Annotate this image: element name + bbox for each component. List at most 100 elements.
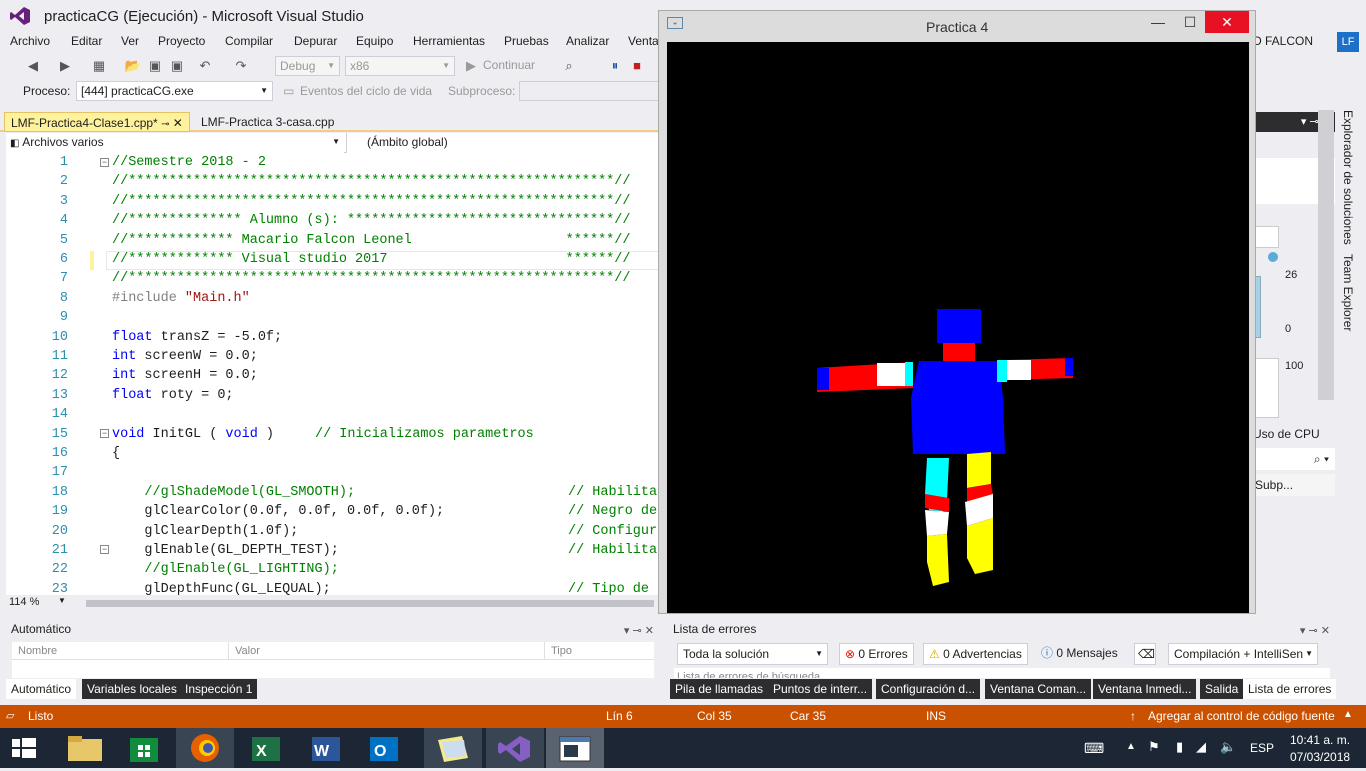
solution-explorer-tab[interactable]: Explorador de soluciones [1341, 110, 1355, 245]
col-tipo[interactable]: Tipo [544, 642, 654, 660]
tab-variables-locales[interactable]: Variables locales [82, 679, 182, 699]
redo-icon[interactable]: ↷ [232, 57, 250, 75]
menu-pruebas[interactable]: Pruebas [504, 34, 549, 48]
pause-icon[interactable]: ⏸ [606, 57, 624, 75]
clear-filter-icon[interactable]: ⌫ [1134, 643, 1156, 665]
sticky-notes-icon[interactable] [424, 728, 482, 768]
menu-ver[interactable]: Ver [121, 34, 139, 48]
process-select[interactable]: [444] practicaCG.exe ▼ [76, 81, 273, 101]
chevron-down-icon[interactable]: ▼ [58, 596, 66, 605]
collapse-icon[interactable]: − [100, 545, 109, 554]
excel-icon[interactable]: X [238, 728, 296, 768]
save-icon[interactable]: ▣ [146, 57, 164, 75]
minimize-icon[interactable]: — [1143, 11, 1173, 33]
collapse-icon[interactable]: − [100, 429, 109, 438]
error-search-input[interactable]: Lista de errores de búsqueda [674, 668, 1330, 678]
store-icon[interactable] [116, 728, 174, 768]
code-editor[interactable]: 1 //Semestre 2018 - 2 2 //*****************… [6, 153, 660, 595]
collapse-icon[interactable]: − [100, 158, 109, 167]
tab-ventana-comandos[interactable]: Ventana Coman... [985, 679, 1092, 699]
zoom-level[interactable]: 114 % [9, 596, 39, 608]
maximize-icon[interactable]: ☐ [1175, 11, 1205, 33]
tab-practica4[interactable]: LMF-Practica4-Clase1.cpp* ⊸ ✕ [4, 112, 190, 132]
tab-salida[interactable]: Salida [1200, 679, 1244, 699]
menu-depurar[interactable]: Depurar [294, 34, 337, 48]
col-nombre[interactable]: Nombre [12, 642, 228, 660]
save-all-icon[interactable]: ▣ [168, 57, 186, 75]
thread-select[interactable] [519, 81, 660, 101]
search-icon[interactable]: ⌕ ▾ [1249, 448, 1335, 470]
line-number: 8 [59, 290, 68, 306]
menu-equipo[interactable]: Equipo [356, 34, 393, 48]
cpu-usage-tab[interactable]: Uso de CPU [1253, 427, 1320, 441]
tab-configuracion[interactable]: Configuración d... [876, 679, 981, 699]
network-icon[interactable]: ⚑ [1148, 739, 1160, 755]
battery-icon[interactable]: ▮ [1176, 739, 1183, 755]
tab-practica3[interactable]: LMF-Practica 3-casa.cpp [195, 112, 340, 132]
team-explorer-tab[interactable]: Team Explorer [1341, 254, 1355, 331]
expand-icon[interactable]: ▲ [1343, 709, 1353, 720]
stop-icon[interactable]: ■ [628, 57, 646, 75]
undo-icon[interactable]: ↶ [196, 57, 214, 75]
menu-proyecto[interactable]: Proyecto [158, 34, 205, 48]
tab-inspeccion[interactable]: Inspección 1 [180, 679, 258, 699]
lifecycle-events[interactable]: Eventos del ciclo de vida [300, 84, 432, 98]
close-icon[interactable]: ✕ [173, 116, 183, 130]
scope-select[interactable]: (Ámbito global) [346, 133, 660, 153]
tab-lista-errores[interactable]: Lista de errores [1243, 679, 1337, 699]
new-project-icon[interactable]: ▦ [90, 57, 108, 75]
find-icon[interactable]: ⌕ [560, 57, 578, 75]
play-icon[interactable]: ▶ [462, 57, 480, 75]
menu-analizar[interactable]: Analizar [566, 34, 609, 48]
volume-icon[interactable]: 🔈 [1220, 739, 1236, 755]
menu-archivo[interactable]: Archivo [10, 34, 50, 48]
app-icon: ◒ [667, 17, 683, 29]
continue-button[interactable]: Continuar [483, 58, 535, 72]
lifecycle-icon[interactable]: ▭ [283, 84, 294, 98]
user-area[interactable]: IO FALCON LF [1249, 32, 1366, 52]
add-source-control[interactable]: Agregar al control de código fuente [1148, 709, 1335, 723]
tab-ventana-inmediato[interactable]: Ventana Inmedi... [1093, 679, 1197, 699]
language-indicator[interactable]: ESP [1250, 741, 1274, 755]
build-filter[interactable]: Compilación + IntelliSen ▼ [1168, 643, 1318, 665]
menu-herramientas[interactable]: Herramientas [413, 34, 485, 48]
word-icon[interactable]: W [298, 728, 356, 768]
clock-time[interactable]: 10:41 a. m. [1290, 733, 1350, 747]
tab-pila-llamadas[interactable]: Pila de llamadas [670, 679, 769, 699]
back-icon[interactable]: ◀ [24, 57, 42, 75]
col-valor[interactable]: Valor [228, 642, 544, 660]
vertical-scrollbar[interactable] [1318, 110, 1334, 400]
forward-icon[interactable]: ▶ [56, 57, 74, 75]
menu-ventana[interactable]: Venta [628, 34, 659, 48]
warnings-filter-button[interactable]: ⚠ 0 Advertencias [923, 643, 1028, 665]
keyboard-icon[interactable]: ⌨ [1084, 740, 1104, 757]
menu-compilar[interactable]: Compilar [225, 34, 273, 48]
errors-filter-button[interactable]: ⊗ 0 Errores [839, 643, 914, 665]
messages-filter-button[interactable]: ⓘ 0 Mensajes [1036, 643, 1123, 665]
close-icon[interactable]: ✕ [1205, 11, 1249, 33]
chevron-up-icon[interactable]: ▲ [1126, 741, 1136, 752]
scope-filter[interactable]: Toda la solución ▼ [677, 643, 828, 665]
opengl-app-icon[interactable] [546, 728, 604, 768]
wifi-icon[interactable]: ◢ [1196, 739, 1206, 755]
files-select[interactable]: ◧ Archivos varios ▼ [6, 133, 344, 153]
tab-automatico[interactable]: Automático [6, 679, 77, 699]
tab-puntos-interrupcion[interactable]: Puntos de interr... [768, 679, 873, 699]
visual-studio-icon[interactable] [486, 728, 544, 768]
open-folder-icon[interactable]: 📂 [124, 57, 142, 75]
clock-date[interactable]: 07/03/2018 [1290, 750, 1350, 764]
config-select[interactable]: Debug ▼ [275, 56, 340, 76]
panel-controls-icon[interactable]: ▾ ⊸ ✕ [624, 622, 654, 641]
start-button[interactable] [0, 728, 58, 768]
user-avatar[interactable]: LF [1337, 32, 1359, 52]
platform-select[interactable]: x86 ▼ [345, 56, 455, 76]
firefox-icon[interactable] [176, 728, 234, 768]
opengl-canvas[interactable] [667, 42, 1249, 613]
opengl-window[interactable]: ◒ Practica 4 — ☐ ✕ [658, 10, 1256, 614]
outlook-icon[interactable]: O [356, 728, 414, 768]
menu-editar[interactable]: Editar [71, 34, 102, 48]
horizontal-scrollbar[interactable] [86, 600, 654, 607]
file-explorer-icon[interactable] [56, 728, 114, 768]
pin-icon[interactable]: ⊸ [161, 119, 169, 130]
panel-controls-icon[interactable]: ▾ ⊸ ✕ [1300, 622, 1330, 641]
